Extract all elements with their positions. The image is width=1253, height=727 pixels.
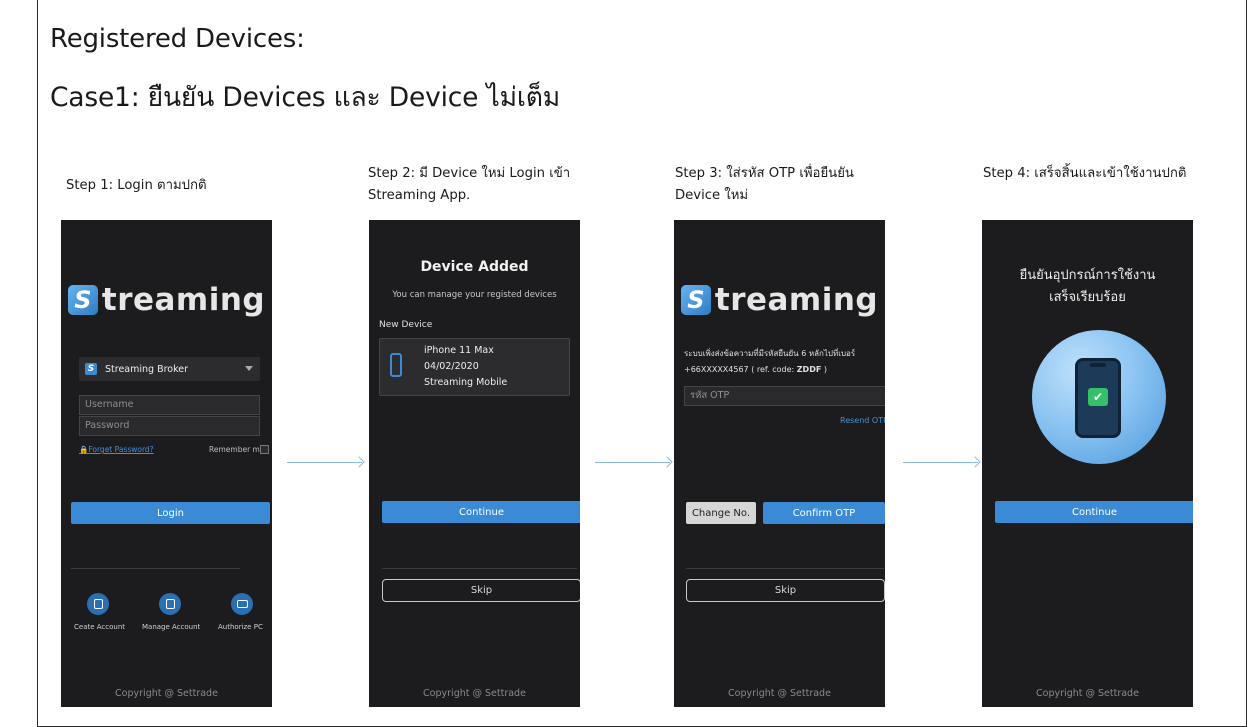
streaming-logo-icon: S (67, 285, 98, 315)
step-3-title-line1: Step 3: ใส่รหัส OTP เพื่อยืนยัน (675, 166, 854, 181)
device-name: iPhone 11 Max (424, 345, 494, 356)
divider (71, 568, 240, 569)
confirm-otp-button[interactable]: Confirm OTP (763, 502, 885, 524)
forget-password-link[interactable]: 🔒Forget Password? (79, 445, 154, 454)
copyright-text: Copyright @ Settrade (423, 688, 526, 699)
complete-title: ยืนยันอุปกรณ์การใช้งาน เสร็จเรียบร้อย (982, 265, 1193, 309)
step-4-title: Step 4: เสร็จสิ้นและเข้าใช้งานปกติ (983, 163, 1186, 185)
arrow-step3-to-step4 (903, 462, 978, 463)
device-card: iPhone 11 Max 04/02/2020 Streaming Mobil… (379, 338, 570, 396)
screen-login: S treaming S Streaming Broker Username P… (61, 220, 272, 707)
list-icon (165, 599, 175, 609)
continue-button[interactable]: Continue (382, 501, 580, 523)
monitor-icon (236, 600, 248, 608)
step-3-title: Step 3: ใส่รหัส OTP เพื่อยืนยัน Device ใ… (675, 163, 854, 207)
chevron-down-icon (245, 366, 253, 371)
resend-otp-link[interactable]: Resend OTP (840, 416, 885, 425)
create-account-label: Ceate Account (74, 623, 126, 631)
streaming-logo-text: treaming (714, 282, 879, 318)
manage-account-label: Manage Account (142, 623, 201, 631)
streaming-logo: S treaming (674, 282, 885, 318)
success-illustration: ✔ (1032, 330, 1166, 464)
screen-otp: S treaming ระบบเพิ่งส่งข้อความที่มีรหัสย… (674, 220, 885, 707)
step-2-title-line1: Step 2: มี Device ใหม่ Login เข้า (368, 166, 571, 181)
screen-complete: ยืนยันอุปกรณ์การใช้งาน เสร็จเรียบร้อย ✔ … (982, 220, 1193, 707)
screen-device-added: Device Added You can manage your registe… (369, 220, 580, 707)
new-device-label: New Device (379, 320, 433, 330)
authorize-pc-label: Authorize PC (218, 623, 263, 631)
forget-password-label: Forget Password? (88, 445, 154, 454)
step-1-title-line1: Step 1: Login ตามปกติ (66, 178, 207, 193)
device-date: 04/02/2020 (424, 361, 479, 372)
smartphone-icon (390, 353, 402, 377)
step-2-title: Step 2: มี Device ใหม่ Login เข้า Stream… (368, 163, 570, 207)
broker-logo-icon: S (85, 363, 97, 375)
id-card-icon (93, 599, 103, 609)
device-app: Streaming Mobile (424, 377, 508, 388)
phone-notch (1090, 363, 1106, 367)
password-field[interactable]: Password (79, 416, 260, 436)
copyright-text: Copyright @ Settrade (115, 688, 218, 699)
broker-select-value: Streaming Broker (105, 363, 189, 375)
step-3-title-line2: Device ใหม่ (675, 188, 749, 203)
username-field[interactable]: Username (79, 395, 260, 415)
step-2-title-line2: Streaming App. (368, 188, 471, 203)
copyright-text: Copyright @ Settrade (728, 688, 831, 699)
divider (382, 568, 577, 569)
arrow-step1-to-step2 (287, 462, 362, 463)
case-title: Case1: ยืนยัน Devices และ Device ไม่เต็ม (50, 82, 560, 113)
login-button[interactable]: Login (71, 502, 270, 524)
device-added-title: Device Added (420, 259, 529, 275)
divider (686, 568, 884, 569)
remember-me-label: Remember me (209, 445, 265, 454)
otp-phone-number: +66XXXXX4567 ( ref. code: (684, 365, 797, 374)
copyright-text: Copyright @ Settrade (1036, 688, 1139, 699)
otp-input[interactable]: รหัส OTP (684, 386, 885, 406)
otp-message-line1: ระบบเพิ่งส่งข้อความที่มีรหัสยืนยัน 6 หลั… (684, 349, 856, 358)
streaming-logo-icon: S (680, 285, 711, 315)
page-heading: Registered Devices: (50, 24, 305, 54)
complete-title-line2: เสร็จเรียบร้อย (1049, 290, 1126, 305)
create-account-button[interactable] (87, 593, 109, 615)
streaming-logo-text: treaming (101, 282, 266, 318)
manage-account-button[interactable] (159, 593, 181, 615)
skip-button[interactable]: Skip (686, 579, 885, 602)
streaming-logo: S treaming (61, 282, 272, 318)
otp-message-line2: +66XXXXX4567 ( ref. code: ZDDF ) (684, 365, 827, 374)
arrow-step2-to-step3 (595, 462, 670, 463)
device-added-subtitle: You can manage your registed devices (392, 290, 557, 300)
skip-button[interactable]: Skip (382, 579, 580, 602)
broker-select[interactable]: S Streaming Broker (79, 357, 260, 381)
otp-message-suffix: ) (821, 365, 827, 374)
smartphone-icon: ✔ (1075, 358, 1121, 438)
change-number-button[interactable]: Change No. (686, 502, 756, 524)
continue-button[interactable]: Continue (995, 501, 1193, 523)
lock-icon: 🔒 (79, 445, 89, 454)
authorize-pc-button[interactable] (231, 593, 253, 615)
check-icon: ✔ (1088, 388, 1108, 406)
step-4-title-line1: Step 4: เสร็จสิ้นและเข้าใช้งานปกติ (983, 166, 1187, 181)
step-1-title: Step 1: Login ตามปกติ (66, 175, 207, 197)
remember-me-checkbox[interactable] (260, 445, 269, 454)
complete-title-line1: ยืนยันอุปกรณ์การใช้งาน (1019, 268, 1156, 283)
otp-ref-code: ZDDF (796, 365, 822, 374)
